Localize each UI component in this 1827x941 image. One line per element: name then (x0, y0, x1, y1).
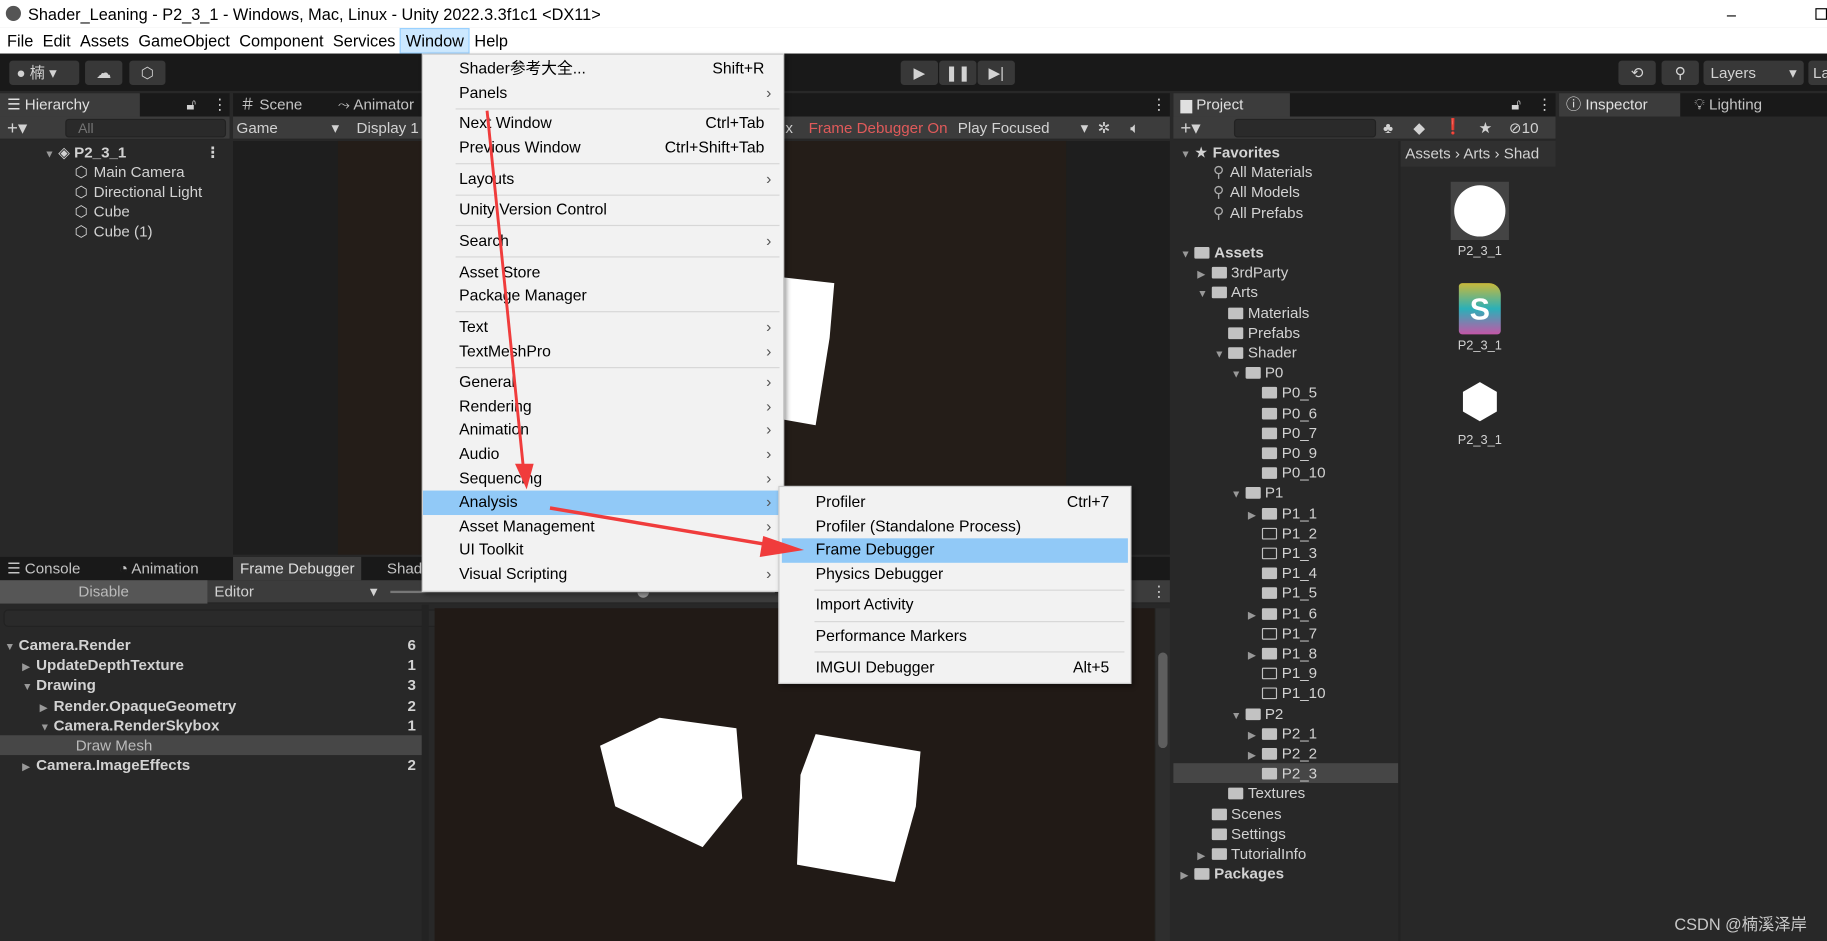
annotation-arrows (485, 110, 804, 557)
arrow-head-1 (515, 463, 534, 490)
arrow-line-1 (485, 110, 525, 467)
arrow-head-2 (759, 535, 804, 557)
arrow-line-2 (549, 506, 772, 548)
unity-editor: Shader_Leaning - P2_3_1 - Windows, Mac, … (0, 0, 1827, 941)
watermark: CSDN @楠溪泽岸 (1674, 914, 1807, 934)
